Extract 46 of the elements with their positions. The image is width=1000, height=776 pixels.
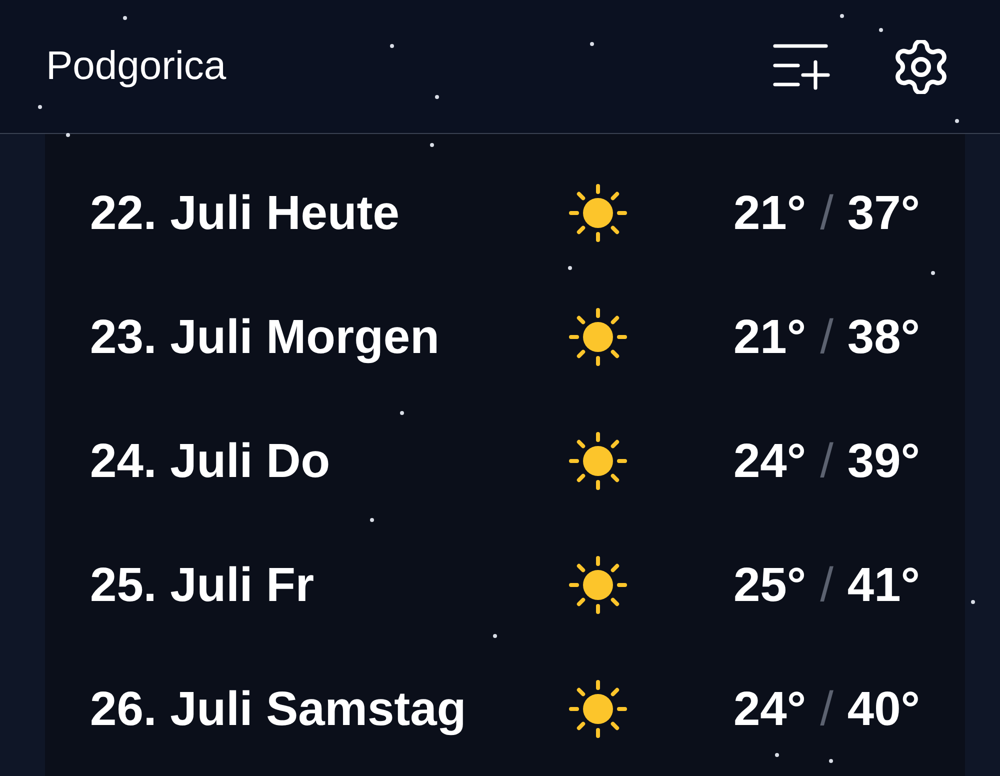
- star-dot-icon: [840, 14, 844, 18]
- star-dot-icon: [568, 266, 572, 270]
- low-temperature: 21°: [733, 186, 806, 240]
- sun-icon: [569, 680, 627, 738]
- temperature-separator: /: [820, 186, 834, 240]
- high-temperature: 41°: [847, 558, 920, 612]
- star-dot-icon: [430, 143, 434, 147]
- sun-icon: [569, 308, 627, 366]
- forecast-day-label: 22. Juli Heute: [90, 186, 400, 240]
- star-dot-icon: [390, 44, 394, 48]
- low-temperature: 24°: [733, 682, 806, 736]
- star-dot-icon: [879, 28, 883, 32]
- low-temperature: 25°: [733, 558, 806, 612]
- sun-icon: [569, 432, 627, 490]
- star-dot-icon: [493, 634, 497, 638]
- sun-icon: [569, 184, 627, 242]
- star-dot-icon: [931, 271, 935, 275]
- low-temperature: 24°: [733, 434, 806, 488]
- temperature-separator: /: [820, 558, 834, 612]
- temperature-separator: /: [820, 682, 834, 736]
- sun-icon: [569, 556, 627, 614]
- settings-icon[interactable]: [894, 40, 948, 94]
- star-dot-icon: [971, 600, 975, 604]
- forecast-day-label: 23. Juli Morgen: [90, 310, 440, 364]
- star-dot-icon: [400, 411, 404, 415]
- star-dot-icon: [38, 105, 42, 109]
- star-dot-icon: [123, 16, 127, 20]
- star-dot-icon: [66, 133, 70, 137]
- high-temperature: 38°: [847, 310, 920, 364]
- star-dot-icon: [775, 753, 779, 757]
- forecast-day-label: 26. Juli Samstag: [90, 682, 466, 736]
- forecast-day-label: 24. Juli Do: [90, 434, 330, 488]
- star-dot-icon: [955, 119, 959, 123]
- temperature-separator: /: [820, 434, 834, 488]
- star-dot-icon: [370, 518, 374, 522]
- star-dot-icon: [435, 95, 439, 99]
- low-temperature: 21°: [733, 310, 806, 364]
- high-temperature: 40°: [847, 682, 920, 736]
- city-title: Podgorica: [46, 44, 226, 89]
- high-temperature: 39°: [847, 434, 920, 488]
- high-temperature: 37°: [847, 186, 920, 240]
- temperature-separator: /: [820, 310, 834, 364]
- star-dot-icon: [829, 759, 833, 763]
- add-to-list-icon[interactable]: [773, 44, 830, 90]
- forecast-day-label: 25. Juli Fr: [90, 558, 314, 612]
- star-dot-icon: [590, 42, 594, 46]
